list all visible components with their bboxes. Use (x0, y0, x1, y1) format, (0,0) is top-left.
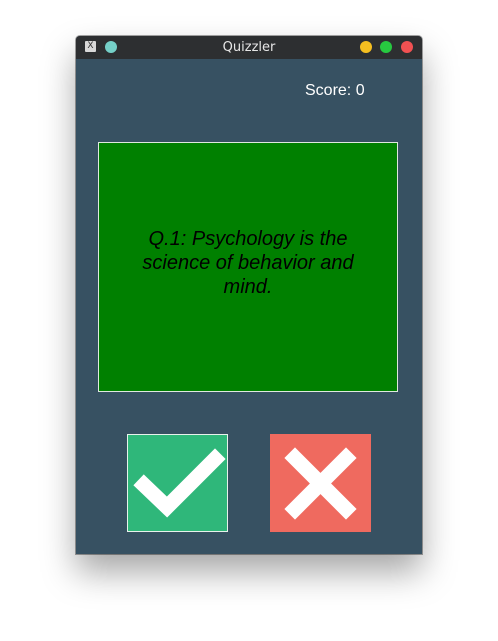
cross-icon (284, 447, 357, 520)
checkmark-icon (133, 448, 226, 518)
minimize-button[interactable] (360, 41, 372, 53)
question-text: Q.1: Psychology is the science of behavi… (142, 228, 354, 298)
maximize-button[interactable] (380, 41, 392, 53)
close-button[interactable] (401, 41, 413, 53)
title-bar[interactable]: X Quizzler (76, 36, 422, 59)
true-button[interactable] (127, 434, 228, 532)
question-card: Q.1: Psychology is the science of behavi… (98, 142, 398, 392)
score-label: Score: 0 (305, 82, 365, 99)
false-button[interactable] (270, 434, 371, 532)
quiz-window: X Quizzler Score: 0 Q.1: Psychology is t… (76, 36, 422, 554)
